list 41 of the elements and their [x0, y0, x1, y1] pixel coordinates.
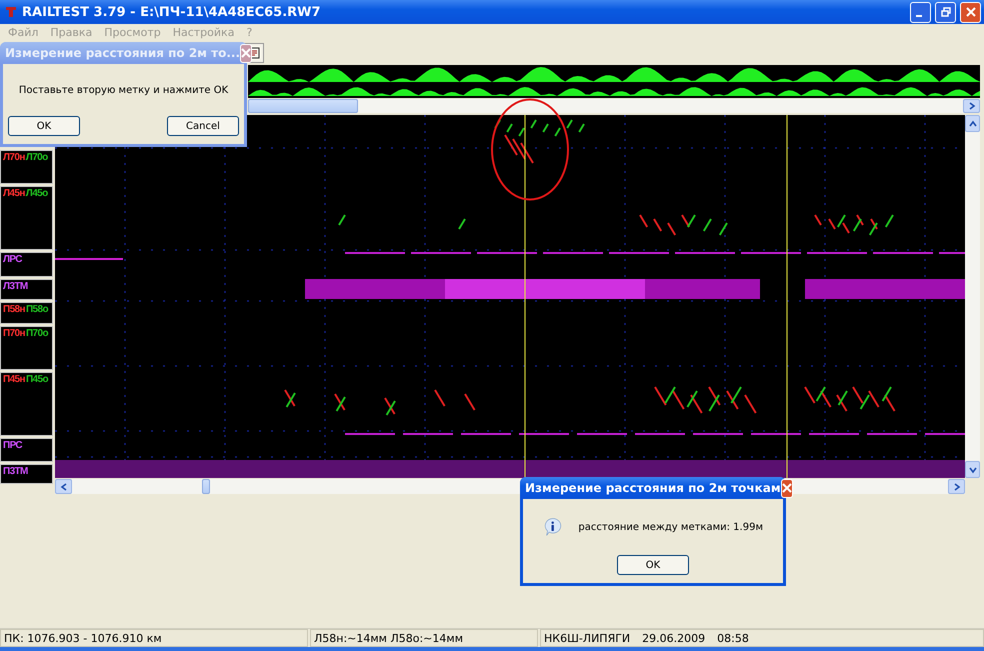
status-text: 08:58 [717, 632, 749, 644]
channel-label: П58о [26, 304, 48, 315]
channel-label: П45о [26, 374, 48, 385]
channel-label: Л70о [26, 152, 48, 163]
dialog-title: Измерение расстояния по 2м точкам [525, 481, 781, 495]
status-text: НК6Ш-ЛИПЯГИ [544, 632, 630, 644]
channel-label: Л3ТМ [3, 281, 28, 292]
channel-label: П58н [3, 304, 25, 315]
channel-label: ПРС [3, 440, 22, 451]
close-icon [241, 48, 252, 58]
channel-label: П45н [3, 374, 25, 385]
close-icon [782, 483, 792, 493]
dialog-message: Поставьте вторую метку и нажмите OK [18, 84, 228, 96]
scrollbar-thumb[interactable] [248, 99, 358, 113]
close-icon [966, 7, 976, 17]
restore-icon [940, 7, 950, 17]
channel-label: ЛРС [3, 254, 22, 265]
horizontal-scrollbar[interactable] [248, 99, 980, 113]
channel-label: П70о [26, 328, 48, 339]
dialog-button[interactable]: Cancel [167, 116, 239, 136]
restore-button[interactable] [935, 2, 956, 22]
status-panel: ПК: 1076.903 - 1076.910 км [0, 629, 308, 647]
channel-label: П70н [3, 328, 25, 339]
app-icon [4, 5, 18, 19]
dialog-button[interactable]: OK [8, 116, 80, 136]
channel-label: Л70н [3, 152, 25, 163]
minimize-button[interactable] [910, 2, 931, 22]
close-button[interactable] [960, 2, 981, 22]
scrollbar-thumb[interactable] [202, 479, 210, 494]
status-text: 29.06.2009 [642, 632, 706, 644]
close-button[interactable] [780, 478, 793, 498]
status-panel: Л58н:~14мм Л58о:~14мм [310, 629, 538, 647]
dialog-button[interactable]: OK [617, 555, 689, 575]
channel-label: Л45н [3, 188, 25, 199]
vertical-scrollbar[interactable] [965, 115, 980, 478]
minimize-icon [916, 15, 922, 17]
dialog-message: расстояние между метками: 1.99м [578, 522, 763, 532]
channel-label: П3ТМ [3, 466, 28, 477]
window-title: RAILTEST 3.79 - E:\ПЧ-11\4A48EC65.RW7 [22, 4, 321, 20]
dialog-title: Измерение расстояния по 2м то... [5, 46, 240, 60]
channel-label: Л45о [26, 188, 48, 199]
